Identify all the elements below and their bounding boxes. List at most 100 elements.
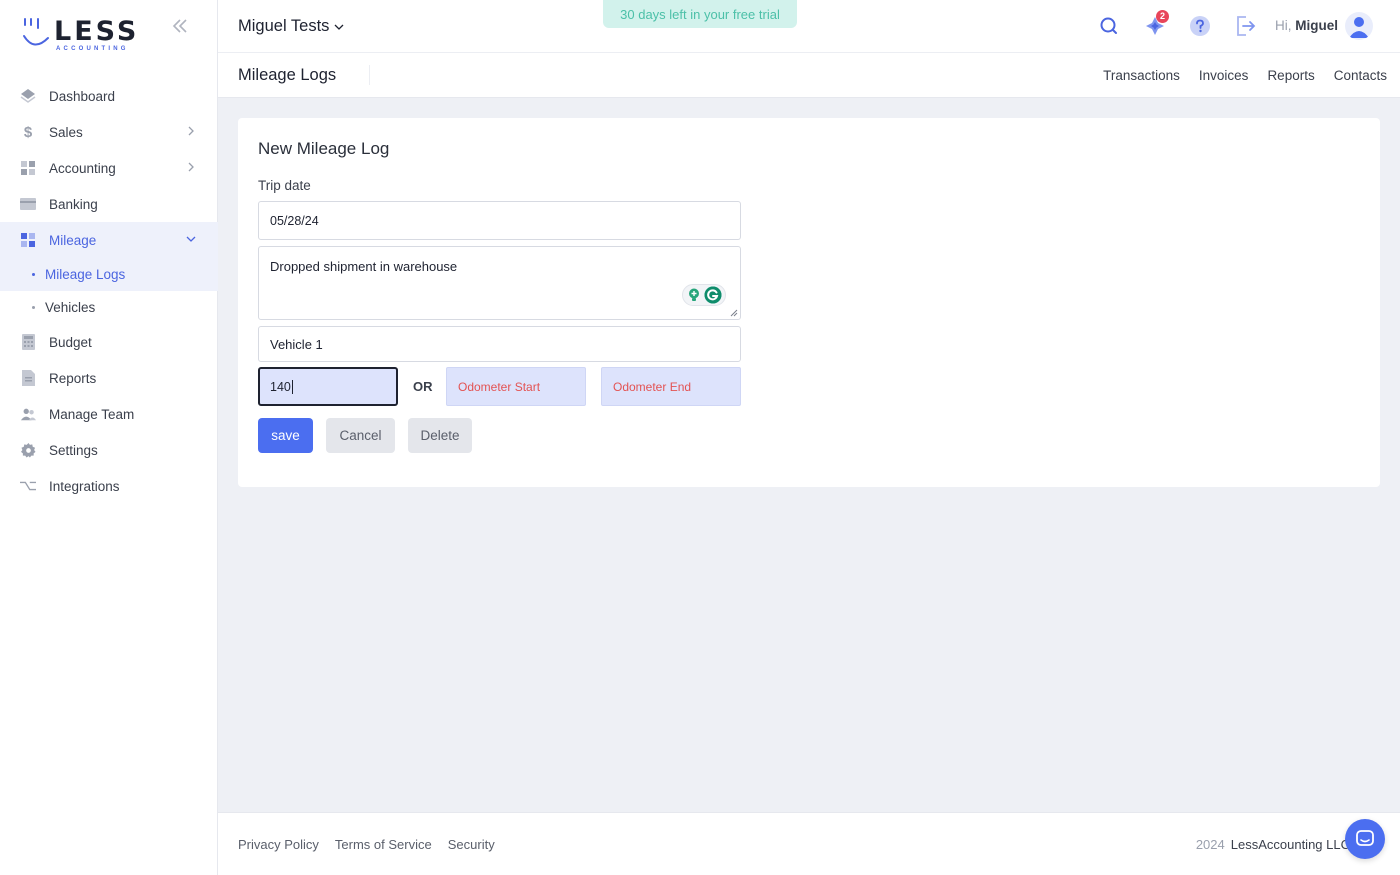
logo-mark-icon [23,18,49,46]
mileage-log-form: New Mileage Log Trip date 05/28/24 Dropp… [238,118,1380,487]
chevron-down-icon [186,236,196,242]
quick-links: Transactions Invoices Reports Contacts [1103,68,1387,83]
vehicle-select[interactable]: Vehicle 1 [258,326,741,362]
sidebar-nav: Dashboard $ Sales Accounting Banking Mil… [0,78,218,504]
link-transactions[interactable]: Transactions [1103,68,1180,83]
resize-handle-icon[interactable] [730,309,738,317]
sidebar-item-label: Mileage [49,232,97,248]
description-textarea[interactable]: Dropped shipment in warehouse [258,246,741,320]
sidebar-item-reports[interactable]: Reports [0,360,218,396]
calculator-icon [20,334,36,350]
sidebar-item-label: Banking [49,196,98,212]
miles-value: 140 [270,379,291,394]
link-reports[interactable]: Reports [1267,68,1314,83]
odometer-end-placeholder: Odometer End [613,379,692,394]
form-title: New Mileage Log [258,139,390,158]
header-divider [369,65,370,85]
sidebar: LESS ACCOUNTING Dashboard $ Sales Accoun… [0,0,218,875]
sidebar-item-integrations[interactable]: Integrations [0,468,218,504]
mileage-icon [20,232,36,248]
user-icon [1349,17,1369,38]
privacy-policy-link[interactable]: Privacy Policy [238,837,319,852]
chat-launcher-button[interactable] [1345,819,1385,859]
chat-icon [1356,830,1374,846]
miles-input[interactable]: 140 [258,367,398,406]
copyright-company: LessAccounting LLC [1230,837,1350,852]
trial-banner[interactable]: 30 days left in your free trial [603,0,797,28]
sidebar-item-mileage[interactable]: Mileage [0,222,218,258]
logout-button[interactable] [1233,14,1257,38]
sidebar-item-label: Reports [49,370,97,386]
page-header: Mileage Logs Transactions Invoices Repor… [218,53,1400,98]
save-button[interactable]: save [258,418,313,453]
sidebar-item-label: Dashboard [49,88,116,104]
company-name: Miguel Tests [238,17,330,35]
terms-of-service-link[interactable]: Terms of Service [335,837,432,852]
bullet-icon [32,306,35,309]
report-icon [20,370,36,386]
avatar[interactable] [1345,12,1373,40]
user-name: Miguel [1295,18,1339,33]
grid-icon [20,160,36,176]
sidebar-subitem-label: Vehicles [45,300,96,315]
link-invoices[interactable]: Invoices [1199,68,1249,83]
sidebar-item-manage-team[interactable]: Manage Team [0,396,218,432]
sidebar-subitem-mileage-logs[interactable]: Mileage Logs [0,258,218,291]
copyright: 2024 LessAccounting LLC [1196,837,1350,852]
sidebar-item-accounting[interactable]: Accounting [0,150,218,186]
odometer-start-input[interactable]: Odometer Start [446,367,586,406]
odometer-end-input[interactable]: Odometer End [601,367,741,406]
bullet-icon [32,273,35,276]
company-switcher[interactable]: Miguel Tests [238,17,344,36]
help-button[interactable] [1188,14,1212,38]
notification-badge: 2 [1156,10,1169,23]
sidebar-item-sales[interactable]: $ Sales [0,114,218,150]
team-icon [20,406,36,422]
lightbulb-icon [689,288,699,301]
chevron-right-icon [188,126,194,136]
or-label: OR [413,379,433,394]
greeting-prefix: Hi, [1275,18,1292,33]
sidebar-item-label: Accounting [49,160,116,176]
search-button[interactable] [1097,14,1121,38]
sidebar-item-banking[interactable]: Banking [0,186,218,222]
sidebar-item-settings[interactable]: Settings [0,432,218,468]
sidebar-item-label: Budget [49,334,92,350]
security-link[interactable]: Security [448,837,495,852]
sidebar-item-dashboard[interactable]: Dashboard [0,78,218,114]
top-bar: Miguel Tests 30 days left in your free t… [218,0,1400,53]
description-value: Dropped shipment in warehouse [270,259,458,274]
search-icon [1100,17,1117,34]
footer-links: Privacy Policy Terms of Service Security [238,837,495,852]
odometer-start-placeholder: Odometer Start [458,379,541,394]
delete-button[interactable]: Delete [408,418,472,453]
sidebar-item-label: Sales [49,124,83,140]
text-caret [291,379,293,394]
cancel-button[interactable]: Cancel [326,418,395,453]
page-title: Mileage Logs [238,66,337,84]
sidebar-item-label: Settings [49,442,98,458]
chevron-down-icon [334,24,344,30]
notifications-button[interactable]: 2 [1143,10,1169,38]
trip-date-value: 05/28/24 [270,213,319,228]
dollar-icon: $ [23,123,33,141]
trip-date-label: Trip date [258,178,311,193]
vehicle-value: Vehicle 1 [270,336,323,352]
sidebar-subitem-vehicles[interactable]: Vehicles [0,291,218,324]
user-greeting: Hi, Miguel [1275,18,1338,33]
sidebar-item-budget[interactable]: Budget [0,324,218,360]
link-contacts[interactable]: Contacts [1334,68,1387,83]
logo-word: LESS [54,16,140,47]
dashboard-icon [20,88,36,104]
sidebar-item-label: Manage Team [49,406,135,422]
chevron-right-icon [188,162,194,172]
logout-icon [1237,16,1256,36]
card-icon [20,196,36,212]
logo[interactable]: LESS ACCOUNTING [22,14,142,54]
collapse-sidebar-icon[interactable] [170,16,190,36]
footer: Privacy Policy Terms of Service Security… [218,812,1400,875]
grammarly-icon [704,286,722,304]
grammarly-widget[interactable] [682,284,726,306]
trip-date-input[interactable]: 05/28/24 [258,201,741,240]
logo-sub: ACCOUNTING [56,46,129,52]
